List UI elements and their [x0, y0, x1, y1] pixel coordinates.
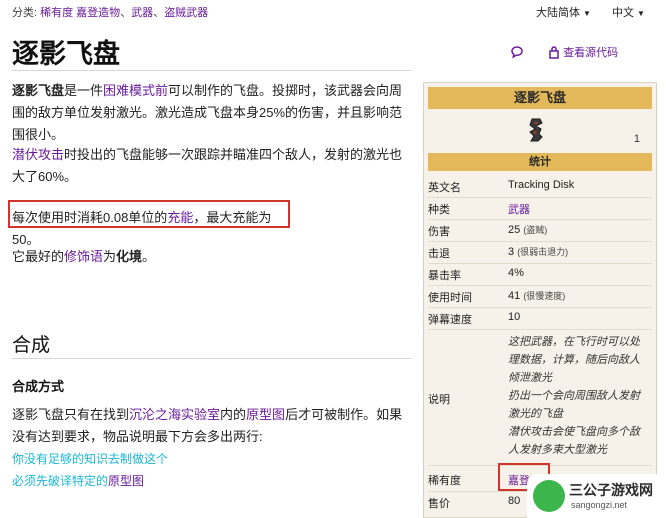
link-sunken-sea-lab[interactable]: 沉沦之海实验室 [129, 407, 220, 422]
language-dropdown[interactable]: 中文 ▼ [612, 4, 645, 20]
stat-key: 伤害 [428, 226, 450, 238]
text-span: 它最好的 [12, 249, 65, 264]
row-divider [428, 263, 652, 264]
stat-key: 弹幕速度 [428, 314, 472, 326]
best-modifier: 化境 [116, 249, 143, 264]
row-divider [428, 241, 652, 242]
desc-line: 扔出一个会向周围敌人发射 [508, 390, 640, 402]
text-span: 。 [142, 249, 156, 264]
text-span: 内的 [220, 407, 247, 422]
category-prefix: 分类: [12, 7, 38, 19]
use-time-desc: (很慢速度) [523, 291, 566, 301]
item-quantity: 1 [633, 133, 640, 145]
caret-down-icon: ▼ [637, 9, 645, 18]
row-divider [428, 285, 652, 286]
watermark-logo-icon [533, 480, 565, 512]
section-heading-crafting: 合成 [12, 335, 51, 356]
infobox-title: 逐影飞盘 [428, 87, 652, 109]
category-link-rarity[interactable]: 稀有度 嘉登造物 [40, 7, 120, 19]
row-divider [428, 307, 652, 308]
infobox: 逐影飞盘 1 统计 英文名 Tracking Disk 种类 武器 伤害 25 … [423, 82, 657, 518]
knockback-value: 3 [508, 246, 515, 258]
title-divider [12, 70, 412, 71]
stat-key: 稀有度 [428, 475, 461, 487]
variant-label: 大陆简体 [536, 7, 580, 19]
desc-line: 这把武器，在飞行时可以处 [508, 336, 640, 348]
link-schematic[interactable]: 原型图 [246, 407, 285, 422]
section-divider [12, 358, 412, 359]
language-label: 中文 [612, 7, 634, 19]
stealth-paragraph: 潜伏攻击时投出的飞盘能够一次跟踪并瞄准四个敌人，发射的激光也大了60%。 [12, 144, 414, 188]
category-separator: 、 [120, 7, 132, 19]
tooltip-quote-line-2: 必须先破译特定的原型图 [12, 472, 144, 489]
watermark-url: sangongzi.net [571, 500, 628, 510]
stat-value: 25 (盗贼) [508, 223, 547, 236]
stat-key: 英文名 [428, 182, 461, 194]
stat-value: 10 [508, 311, 521, 323]
stat-key: 售价 [428, 498, 450, 510]
talk-icon[interactable] [510, 45, 524, 62]
link-weapon-type[interactable]: 武器 [508, 201, 530, 217]
text-span: 是一件 [64, 83, 104, 98]
row-divider [428, 219, 652, 220]
page-tools: 查看源代码 [510, 44, 618, 62]
category-breadcrumb: 分类: 稀有度 嘉登造物、武器、盗贼武器 [12, 4, 208, 20]
link-schematic-quote[interactable]: 原型图 [108, 474, 144, 488]
row-divider [428, 197, 652, 198]
stat-key: 种类 [428, 204, 450, 216]
page-title: 逐影飞盘 [12, 39, 120, 69]
stat-value: 3 (很弱击退力) [508, 245, 568, 258]
tooltip-description: 这把武器，在飞行时可以处 理数据，计算，随后向敌人 倾泄激光 扔出一个会向周围敌… [508, 333, 648, 459]
watermark-title: 三公子游戏网 [569, 482, 653, 498]
intro-paragraph: 逐影飞盘是一件困难模式前可以制作的飞盘。投掷时，该武器会向周围的敌方单位发射激光… [12, 80, 414, 146]
text-span: 时投出的飞盘能够一次跟踪并瞄准四个敌人，发射的激光也大了60%。 [12, 147, 403, 184]
watermark: 三公子游戏网 sangongzi.net [527, 474, 666, 518]
item-name-bold: 逐影飞盘 [12, 83, 65, 98]
use-time-value: 41 [508, 290, 521, 302]
stat-key: 使用时间 [428, 292, 472, 304]
link-stealth-strike[interactable]: 潜伏攻击 [12, 147, 64, 162]
crafting-paragraph: 逐影飞盘只有在找到沉沦之海实验室内的原型图后才可被制作。如果没有达到要求，物品说… [12, 404, 414, 448]
view-source-link[interactable]: 查看源代码 [563, 47, 618, 59]
category-link-rogue-weapon[interactable]: 盗贼武器 [164, 7, 208, 19]
category-link-weapon[interactable]: 武器 [131, 7, 153, 19]
category-separator: 、 [153, 7, 165, 19]
charge-highlight-box [8, 200, 290, 228]
caret-down-icon: ▼ [583, 9, 591, 18]
knockback-desc: (很弱击退力) [517, 247, 569, 257]
stat-value: 4% [508, 267, 524, 279]
desc-line: 人发射多束大型激光 [508, 444, 607, 456]
tooltip-quote-line-1: 你没有足够的知识去制做这个 [12, 452, 169, 466]
stat-key: 说明 [428, 394, 450, 406]
stat-value: 41 (很慢速度) [508, 289, 565, 302]
disk-icon [526, 117, 546, 143]
text-span: 必须先破译特定的 [12, 474, 109, 488]
stats-header: 统计 [428, 153, 652, 171]
desc-line: 潜伏攻击会使飞盘向多个敌 [508, 426, 640, 438]
lock-icon [548, 45, 560, 62]
subsection-heading-recipe: 合成方式 [12, 379, 65, 394]
stat-value: 80 [508, 495, 521, 507]
damage-class: (盗贼) [523, 225, 548, 235]
desc-line: 理数据，计算，随后向敌人 [508, 354, 640, 366]
modifier-paragraph: 它最好的修饰语为化境。 [12, 246, 414, 268]
stat-key: 击退 [428, 248, 450, 260]
text-span: 逐影飞盘只有在找到 [12, 407, 130, 422]
desc-line: 激光的飞盘 [508, 408, 563, 420]
link-modifier[interactable]: 修饰语 [64, 249, 103, 264]
link-hardmode[interactable]: 困难模式前 [103, 83, 168, 98]
text-span: 为 [103, 249, 117, 264]
variant-dropdown[interactable]: 大陆简体 ▼ [536, 4, 591, 20]
desc-line: 倾泄激光 [508, 372, 552, 384]
row-divider [428, 329, 652, 330]
top-bar: 分类: 稀有度 嘉登造物、武器、盗贼武器 大陆简体 ▼ 中文 ▼ [0, 0, 666, 22]
damage-value: 25 [508, 224, 521, 236]
stat-key: 暴击率 [428, 270, 461, 282]
stat-value: Tracking Disk [508, 179, 575, 191]
